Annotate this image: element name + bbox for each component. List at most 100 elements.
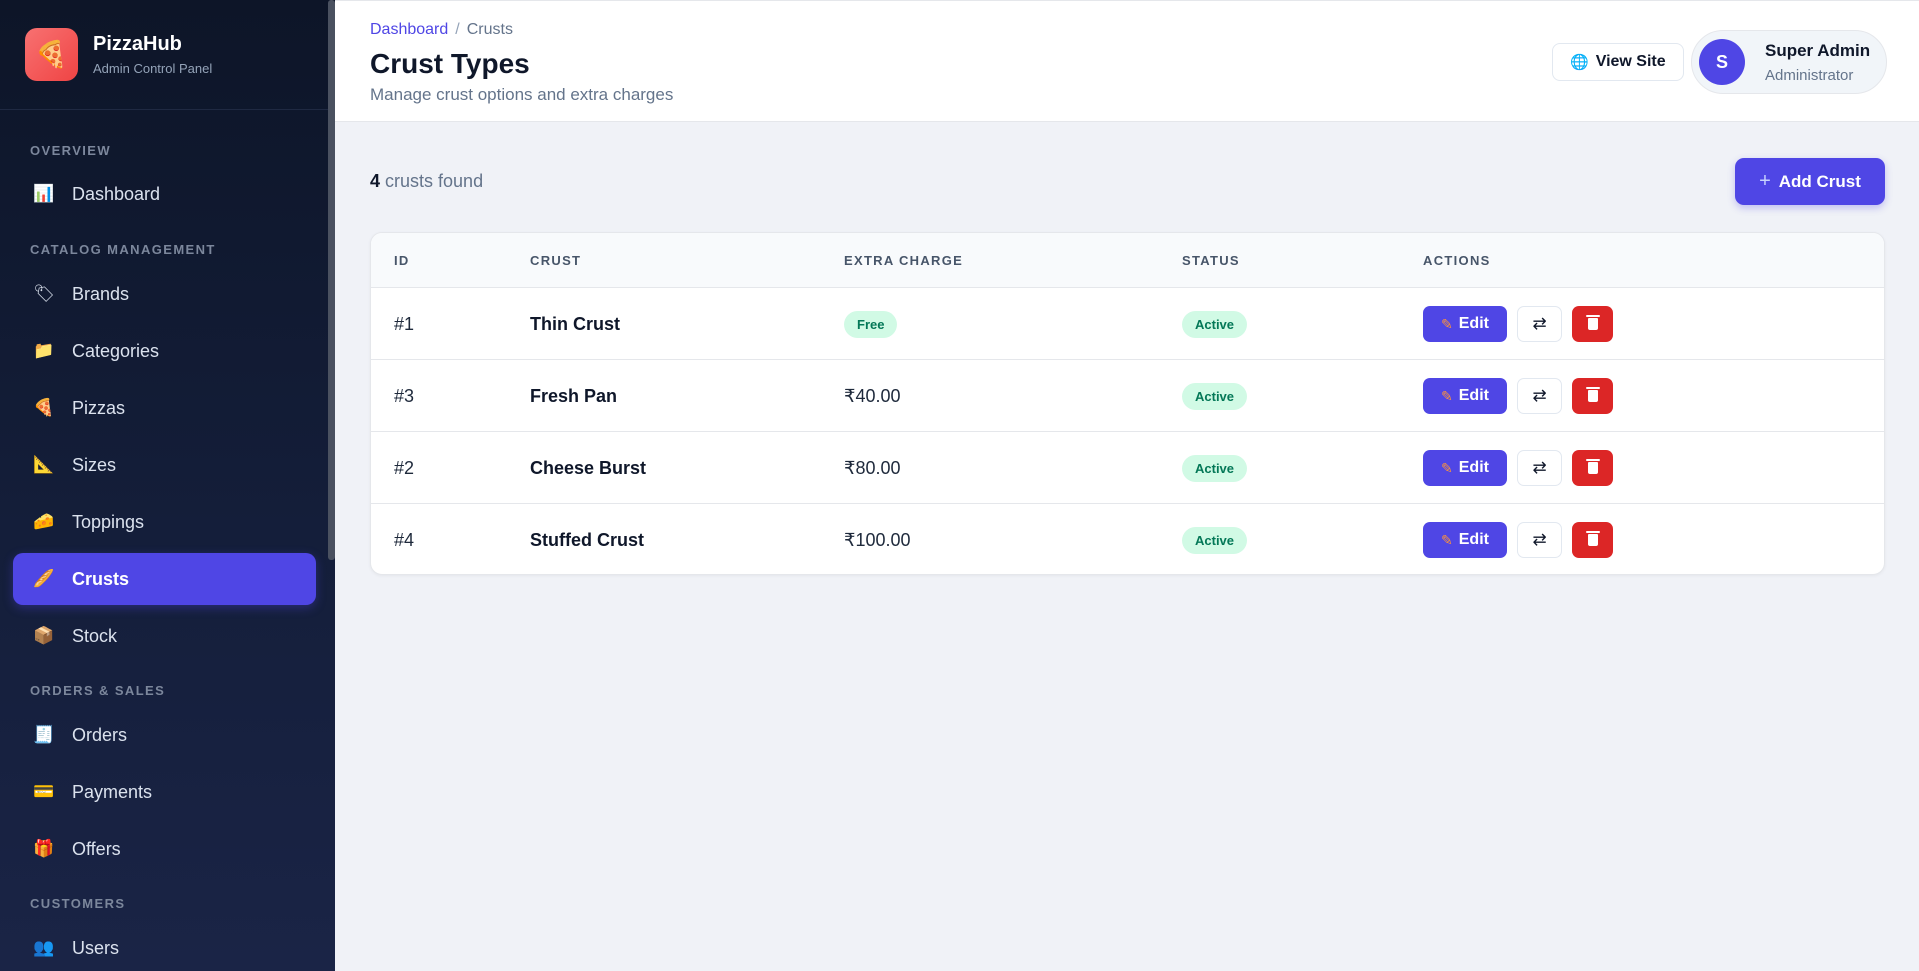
sidebar-item-label: Payments	[72, 781, 153, 802]
sidebar-item-toppings[interactable]: 🧀 Toppings	[13, 496, 316, 548]
crust-id: #4	[394, 529, 415, 550]
view-site-button[interactable]: 🌐 View Site	[1552, 43, 1684, 81]
delete-button[interactable]	[1572, 522, 1613, 558]
toggle-status-button[interactable]: ⇄	[1517, 306, 1562, 342]
box-icon: 📦	[33, 626, 55, 645]
sidebar-item-label: Pizzas	[72, 397, 126, 418]
toggle-status-button[interactable]: ⇄	[1517, 378, 1562, 414]
swap-icon: ⇄	[1532, 530, 1547, 549]
sidebar-item-label: Categories	[72, 340, 160, 361]
edit-label: Edit	[1458, 459, 1489, 476]
sidebar-item-crusts[interactable]: 🥖 Crusts	[13, 553, 316, 605]
status-cell: Active	[1182, 432, 1248, 504]
edit-button[interactable]: ✎ Edit	[1423, 522, 1507, 558]
extra-charge: ₹80.00	[844, 457, 901, 478]
brand[interactable]: 🍕 PizzaHub Admin Control Panel	[0, 0, 335, 110]
receipt-icon: 🧾	[33, 725, 55, 744]
status-badge: Active	[1182, 310, 1248, 338]
sidebar-item-users[interactable]: 👥 Users	[13, 922, 316, 971]
results-count-number: 4	[370, 171, 381, 191]
nav-section-catalog: CATALOG MANAGEMENT	[30, 242, 216, 257]
user-menu[interactable]: S Super Admin Administrator	[1691, 30, 1887, 94]
bread-icon: 🥖	[33, 569, 55, 588]
column-header-actions: ACTIONS	[1423, 253, 1491, 268]
user-name: Super Admin	[1765, 40, 1871, 60]
sidebar-item-payments[interactable]: 💳 Payments	[13, 766, 316, 818]
row-actions: ✎ Edit ⇄	[1423, 504, 1613, 574]
gift-icon: 🎁	[33, 839, 55, 858]
sidebar-item-label: Users	[72, 937, 120, 958]
extra-charge-cell: Free	[844, 288, 898, 360]
sidebar-item-orders[interactable]: 🧾 Orders	[13, 709, 316, 761]
delete-button[interactable]	[1572, 450, 1613, 486]
results-count-suffix: crusts found	[385, 171, 484, 191]
crust-name: Cheese Burst	[530, 457, 647, 478]
toggle-status-button[interactable]: ⇄	[1517, 450, 1562, 486]
crust-name: Stuffed Crust	[530, 529, 644, 550]
row-actions: ✎ Edit ⇄	[1423, 360, 1613, 432]
sidebar-item-pizzas[interactable]: 🍕 Pizzas	[13, 382, 316, 434]
status-badge: Active	[1182, 454, 1248, 482]
extra-charge: ₹40.00	[844, 385, 901, 406]
pencil-icon: ✎	[1441, 387, 1453, 404]
nav-section-overview: OVERVIEW	[30, 143, 112, 158]
extra-charge: ₹100.00	[844, 529, 911, 550]
toggle-status-button[interactable]: ⇄	[1517, 522, 1562, 558]
sidebar-item-label: Stock	[72, 625, 118, 646]
column-header-extra-charge: EXTRA CHARGE	[844, 253, 964, 268]
table-row: #2 Cheese Burst ₹80.00 Active ✎ Edit ⇄	[371, 432, 1884, 504]
results-count: 4 crusts found	[370, 171, 483, 192]
edit-button[interactable]: ✎ Edit	[1423, 378, 1507, 414]
sidebar-scrollbar[interactable]	[328, 0, 335, 560]
credit-card-icon: 💳	[33, 782, 55, 801]
status-cell: Active	[1182, 360, 1248, 432]
pencil-icon: ✎	[1441, 531, 1453, 548]
table-header: ID CRUST EXTRA CHARGE STATUS ACTIONS	[371, 233, 1884, 288]
sidebar-item-categories[interactable]: 📁 Categories	[13, 325, 316, 377]
free-badge: Free	[844, 310, 898, 338]
plus-icon: +	[1759, 170, 1771, 192]
edit-label: Edit	[1458, 315, 1489, 332]
sidebar-item-brands[interactable]: 🏷 Brands	[13, 268, 316, 320]
pencil-icon: ✎	[1441, 315, 1453, 332]
sidebar-item-sizes[interactable]: 📐 Sizes	[13, 439, 316, 491]
crust-id: #3	[394, 385, 415, 406]
folder-icon: 📁	[33, 341, 55, 360]
sidebar-item-label: Sizes	[72, 454, 117, 475]
delete-button[interactable]	[1572, 378, 1613, 414]
column-header-id: ID	[394, 253, 410, 268]
sidebar: 🍕 PizzaHub Admin Control Panel OVERVIEW …	[0, 0, 335, 971]
sidebar-item-label: Dashboard	[72, 183, 161, 204]
table-row: #3 Fresh Pan ₹40.00 Active ✎ Edit ⇄	[371, 360, 1884, 432]
crust-name: Thin Crust	[530, 313, 620, 334]
sidebar-item-stock[interactable]: 📦 Stock	[13, 610, 316, 662]
page-header: Dashboard / Crusts Crust Types Manage crus…	[335, 0, 1919, 122]
swap-icon: ⇄	[1532, 458, 1547, 477]
delete-button[interactable]	[1572, 306, 1613, 342]
sidebar-item-dashboard[interactable]: 📊 Dashboard	[13, 168, 316, 220]
edit-button[interactable]: ✎ Edit	[1423, 450, 1507, 486]
extra-charge-cell: ₹80.00	[844, 432, 901, 504]
bar-chart-icon: 📊	[33, 184, 55, 203]
ruler-icon: 📐	[33, 455, 55, 474]
sidebar-item-offers[interactable]: 🎁 Offers	[13, 823, 316, 875]
trash-icon	[1585, 531, 1600, 546]
status-cell: Active	[1182, 504, 1248, 574]
add-crust-button[interactable]: + Add Crust	[1735, 158, 1885, 205]
column-header-status: STATUS	[1182, 253, 1240, 268]
edit-button[interactable]: ✎ Edit	[1423, 306, 1507, 342]
sidebar-item-label: Brands	[72, 283, 130, 304]
breadcrumb-dashboard-link[interactable]: Dashboard	[370, 21, 448, 38]
avatar: S	[1699, 39, 1745, 85]
extra-charge-cell: ₹40.00	[844, 360, 901, 432]
pizza-icon: 🍕	[33, 398, 55, 417]
page-title: Crust Types	[370, 48, 530, 79]
sidebar-item-label: Offers	[72, 838, 121, 859]
globe-icon: 🌐	[1570, 54, 1589, 71]
sidebar-item-label: Orders	[72, 724, 128, 745]
crust-id: #2	[394, 457, 415, 478]
tag-icon: 🏷	[33, 284, 55, 303]
users-icon: 👥	[33, 938, 55, 957]
nav-section-orders: ORDERS & SALES	[30, 683, 166, 698]
page-subtitle: Manage crust options and extra charges	[370, 85, 674, 104]
